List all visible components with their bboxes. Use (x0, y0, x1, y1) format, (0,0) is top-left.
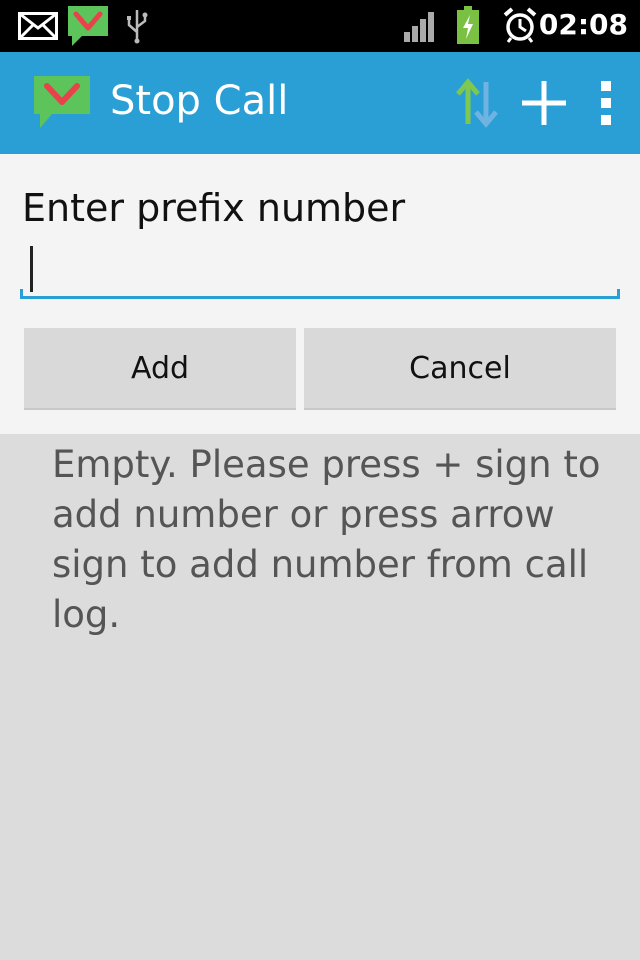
stop-call-notification-icon (68, 6, 108, 46)
add-icon (522, 81, 566, 125)
battery-charging-icon (457, 6, 479, 44)
usb-icon (127, 10, 148, 44)
input-underline (20, 289, 620, 299)
status-bar: 02:08 (0, 0, 640, 52)
signal-icon (404, 12, 434, 42)
clock: 02:08 (538, 8, 628, 41)
import-from-call-log-icon (456, 78, 498, 128)
app-logo-icon (34, 76, 90, 128)
prefix-entry-panel: Enter prefix number Add Cancel (0, 154, 640, 434)
app-title: Stop Call (110, 78, 289, 124)
alarm-icon (503, 7, 537, 43)
add-button[interactable]: Add (24, 328, 296, 410)
mail-icon (18, 12, 58, 40)
empty-list-message: Empty. Please press + sign to add number… (52, 443, 601, 636)
overflow-menu-button[interactable] (586, 74, 626, 132)
cancel-button[interactable]: Cancel (304, 328, 616, 410)
overflow-menu-icon (601, 81, 611, 125)
action-bar: Stop Call (0, 52, 640, 154)
prefix-prompt-label: Enter prefix number (22, 186, 406, 230)
add-number-button[interactable] (514, 74, 574, 132)
import-from-call-log-button[interactable] (448, 74, 506, 132)
text-cursor (30, 246, 33, 292)
prefix-number-input[interactable] (20, 240, 620, 300)
